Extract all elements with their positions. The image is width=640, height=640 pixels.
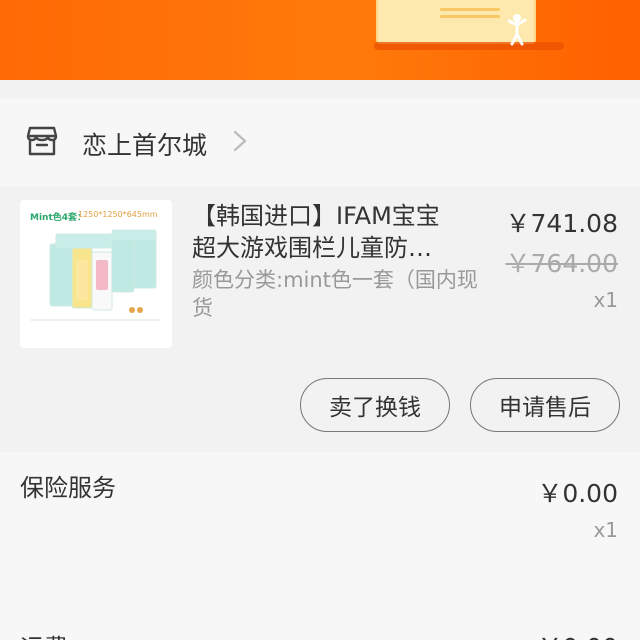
product-thumbnail[interactable]: Mint色4套： 1250*1250*645mm — [20, 200, 172, 348]
chevron-right-icon — [233, 130, 247, 152]
figure-illustration-icon — [507, 14, 527, 46]
product-original-price: ￥764.00 — [505, 249, 618, 278]
product-sku: 颜色分类:mint色一套（国内现货 — [192, 268, 478, 320]
freight-price: ￥0.00 — [537, 628, 618, 640]
order-item[interactable]: Mint色4套： 1250*1250*645mm 【韩国进口】IFAM宝宝 超大… — [0, 186, 640, 452]
product-title-line2: 超大游戏围栏儿童防… — [192, 234, 432, 262]
shop-name[interactable]: 恋上首尔城 — [82, 126, 207, 162]
freight-section: 运费 ￥0.00 — [0, 612, 640, 640]
insurance-price: ￥0.00 — [537, 479, 618, 508]
product-price: ￥741.08 — [505, 209, 618, 238]
product-title[interactable]: 【韩国进口】IFAM宝宝 超大游戏围栏儿童防… — [192, 200, 472, 264]
product-title-line1: 【韩国进口】IFAM宝宝 — [192, 202, 440, 230]
shop-header[interactable]: 恋上首尔城 — [0, 98, 640, 186]
section-gap — [0, 80, 640, 98]
after-sale-button[interactable]: 申请售后 — [470, 378, 620, 432]
insurance-quantity: x1 — [593, 518, 618, 542]
shop-icon — [26, 126, 58, 156]
product-quantity: x1 — [593, 288, 618, 312]
order-status-header — [0, 0, 640, 80]
insurance-section: 保险服务 ￥0.00 x1 — [0, 452, 640, 612]
sell-button[interactable]: 卖了换钱 — [300, 378, 450, 432]
freight-label: 运费 — [20, 628, 68, 640]
playpen-illustration — [30, 229, 160, 321]
insurance-label: 保险服务 — [20, 474, 116, 502]
